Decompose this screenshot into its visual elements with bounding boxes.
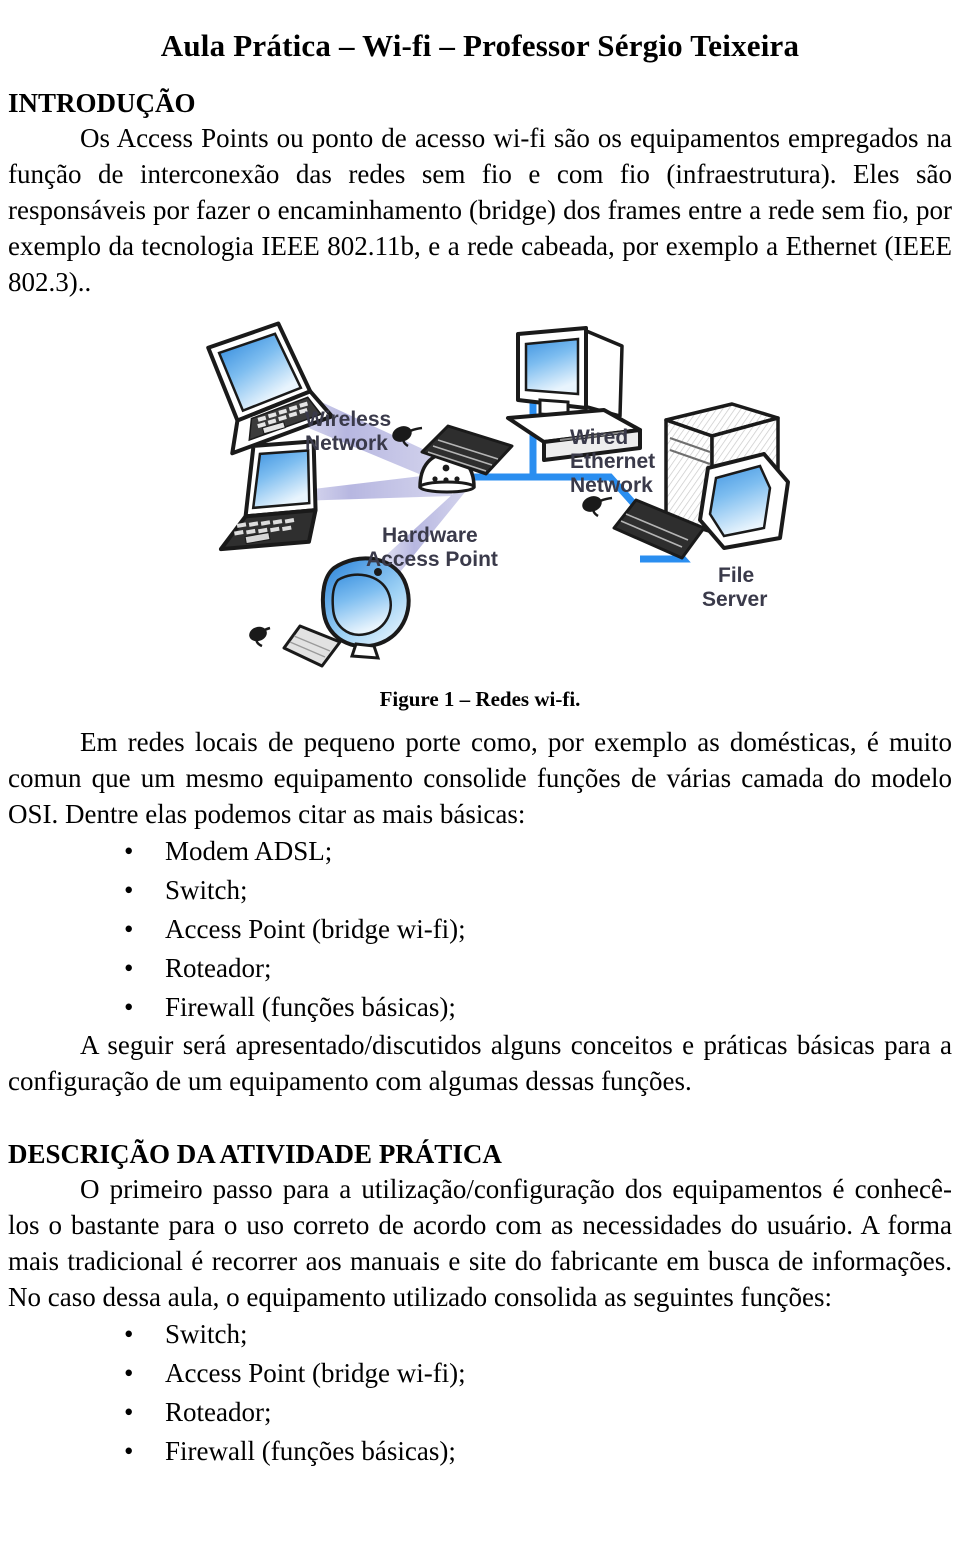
list-item: • Firewall (funções básicas); bbox=[0, 988, 960, 1027]
intro-paragraph: Os Access Points ou ponto de acesso wi-f… bbox=[8, 122, 952, 297]
list-item: • Firewall (funções básicas); bbox=[0, 1432, 960, 1471]
bullet-icon: • bbox=[124, 835, 134, 866]
bullet-icon: • bbox=[124, 1357, 134, 1388]
bullet-icon: • bbox=[124, 874, 134, 905]
functions-list-osi: • Modem ADSL; • Switch; • Access Point (… bbox=[0, 832, 960, 1027]
network-topology-illustration: Wireless Network Wired Ethernet Network … bbox=[206, 321, 790, 668]
bullet-icon: • bbox=[124, 952, 134, 983]
list-item-label: Access Point (bridge wi-fi); bbox=[165, 1357, 466, 1388]
figure-caption: Figure 1 – Redes wi-fi. bbox=[379, 686, 581, 711]
list-item: • Modem ADSL; bbox=[0, 832, 960, 871]
body-paragraph-intro: Em redes locais de pequeno porte como, p… bbox=[8, 726, 952, 829]
list-item-label: Access Point (bridge wi-fi); bbox=[165, 913, 466, 944]
list-item: • Switch; bbox=[0, 871, 960, 910]
list-item-label: Modem ADSL; bbox=[165, 835, 333, 866]
bullet-icon: • bbox=[124, 991, 134, 1022]
bullet-icon: • bbox=[124, 1435, 134, 1466]
bullet-icon: • bbox=[124, 913, 134, 944]
list-item-label: Roteador; bbox=[165, 952, 272, 983]
label-file-server-line1: File bbox=[718, 564, 754, 587]
list-item: • Roteador; bbox=[0, 949, 960, 988]
section-heading-introducao: INTRODUÇÃO bbox=[8, 87, 196, 118]
label-file-server-line2: Server bbox=[702, 588, 767, 611]
bullet-icon: • bbox=[124, 1396, 134, 1427]
label-access-point-line2: Access Point bbox=[366, 548, 498, 571]
desktop-imac-icon-bottom bbox=[249, 555, 411, 668]
page-title: Aula Prática – Wi-fi – Professor Sérgio … bbox=[160, 27, 800, 63]
list-item: • Access Point (bridge wi-fi); bbox=[0, 1354, 960, 1393]
label-wired-line1: Wired bbox=[570, 426, 628, 449]
list-item-label: Switch; bbox=[165, 874, 248, 905]
section-heading-descricao: DESCRIÇÃO DA ATIVIDADE PRÁTICA bbox=[8, 1138, 502, 1169]
label-wireless-network-line2: Network bbox=[305, 432, 388, 455]
bullet-icon: • bbox=[124, 1318, 134, 1349]
list-item-label: Firewall (funções básicas); bbox=[165, 991, 456, 1022]
figure-1-network-diagram: Wireless Network Wired Ethernet Network … bbox=[0, 314, 960, 684]
practice-paragraph: O primeiro passo para a utilização/confi… bbox=[8, 1173, 952, 1312]
body-paragraph-after-list: A seguir será apresentado/discutidos alg… bbox=[8, 1029, 952, 1096]
functions-list-equipment: • Switch; • Access Point (bridge wi-fi);… bbox=[0, 1315, 960, 1471]
list-item: • Access Point (bridge wi-fi); bbox=[0, 910, 960, 949]
label-wired-line3: Network bbox=[570, 474, 653, 497]
label-access-point-line1: Hardware bbox=[382, 524, 478, 547]
list-item: • Switch; bbox=[0, 1315, 960, 1354]
label-wireless-network-line1: Wireless bbox=[305, 408, 391, 431]
document-page: Aula Prática – Wi-fi – Professor Sérgio … bbox=[0, 21, 960, 1556]
list-item-label: Roteador; bbox=[165, 1396, 272, 1427]
list-item-label: Switch; bbox=[165, 1318, 248, 1349]
label-wired-line2: Ethernet bbox=[570, 450, 655, 473]
list-item-label: Firewall (funções básicas); bbox=[165, 1435, 456, 1466]
list-item: • Roteador; bbox=[0, 1393, 960, 1432]
